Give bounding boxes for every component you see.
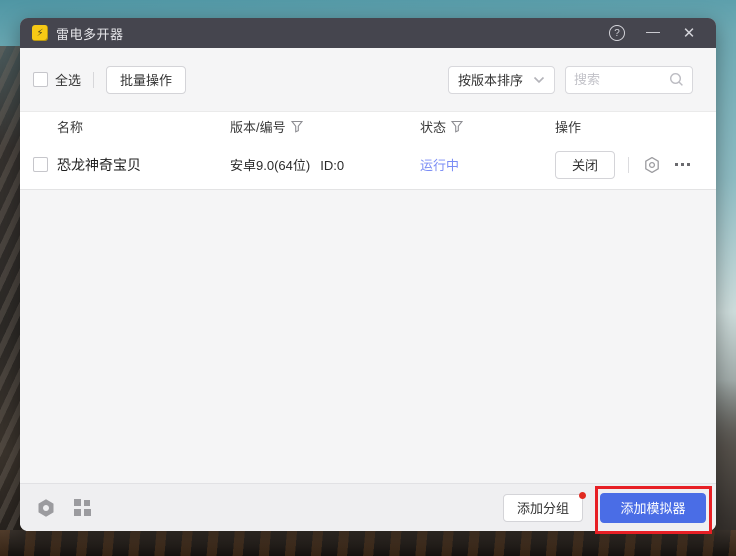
header-version: 版本/编号 xyxy=(230,117,420,136)
desktop-background-bottom-rocks xyxy=(0,530,736,556)
search-icon[interactable] xyxy=(669,72,684,87)
emulator-version: 安卓9.0(64位)ID:0 xyxy=(230,155,420,174)
multi-window-layout-icon[interactable] xyxy=(74,499,91,516)
more-icon xyxy=(675,163,678,166)
close-icon: ✕ xyxy=(683,24,696,42)
filter-funnel-icon[interactable] xyxy=(451,120,463,133)
help-button[interactable]: ? xyxy=(604,20,630,46)
empty-list-area xyxy=(20,190,716,483)
row-actions: 关闭 xyxy=(555,151,716,179)
minimize-icon: — xyxy=(646,23,660,39)
footer-bar: 添加分组 添加模拟器 xyxy=(20,483,716,531)
notification-dot xyxy=(579,492,586,499)
emulator-settings-button[interactable] xyxy=(643,156,661,174)
sort-dropdown-value: 按版本排序 xyxy=(458,70,533,89)
app-window: ⚡ 雷电多开器 ? — ✕ 全选 批量操作 按版本排序 xyxy=(20,18,716,531)
row-checkbox[interactable] xyxy=(33,157,48,172)
add-emulator-button[interactable]: 添加模拟器 xyxy=(600,493,706,523)
table-header: 名称 版本/编号 状态 操作 xyxy=(20,111,716,140)
settings-hexagon-icon xyxy=(643,156,661,174)
sort-dropdown[interactable]: 按版本排序 xyxy=(448,66,555,94)
batch-operations-button[interactable]: 批量操作 xyxy=(106,66,186,94)
window-title: 雷电多开器 xyxy=(56,24,124,43)
header-status: 状态 xyxy=(420,117,555,136)
more-options-button[interactable] xyxy=(675,163,690,166)
emulator-id: ID:0 xyxy=(320,158,344,173)
header-actions: 操作 xyxy=(555,117,716,136)
header-name: 名称 xyxy=(57,117,230,136)
close-emulator-button[interactable]: 关闭 xyxy=(555,151,615,179)
search-input[interactable] xyxy=(574,72,669,87)
chevron-down-icon xyxy=(533,76,545,84)
select-all-label: 全选 xyxy=(55,70,81,89)
filter-funnel-icon[interactable] xyxy=(291,120,303,133)
actions-divider xyxy=(628,157,629,173)
toolbar-right-group: 按版本排序 xyxy=(448,66,693,94)
emulator-row[interactable]: 恐龙神奇宝贝 安卓9.0(64位)ID:0 运行中 关闭 xyxy=(20,140,716,190)
search-box xyxy=(565,66,693,94)
emulator-name: 恐龙神奇宝贝 xyxy=(57,155,230,175)
add-group-button[interactable]: 添加分组 xyxy=(503,494,583,522)
titlebar: ⚡ 雷电多开器 ? — ✕ xyxy=(20,18,716,48)
status-badge: 运行中 xyxy=(420,155,555,174)
minimize-button[interactable]: — xyxy=(640,20,666,46)
close-button[interactable]: ✕ xyxy=(676,20,702,46)
toolbar-divider xyxy=(93,72,94,88)
footer-icons xyxy=(36,498,91,518)
toolbar: 全选 批量操作 按版本排序 xyxy=(20,48,716,111)
select-all-checkbox[interactable] xyxy=(33,72,48,87)
help-icon: ? xyxy=(609,25,625,41)
app-logo-icon: ⚡ xyxy=(32,25,48,41)
global-settings-icon[interactable] xyxy=(36,498,56,518)
